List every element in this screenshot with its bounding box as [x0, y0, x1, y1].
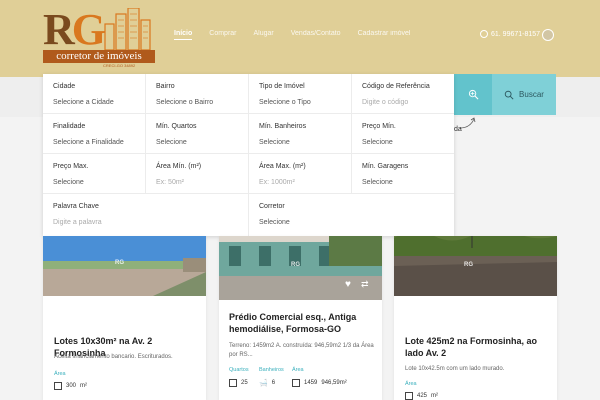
whatsapp-icon: [480, 30, 488, 38]
user-avatar-icon[interactable]: [542, 29, 554, 41]
buildings-icon: [104, 8, 151, 50]
logo[interactable]: RG corretor de imóveis CRECI-GO 34892: [43, 8, 155, 70]
filter-corretor[interactable]: Corretor Selecione: [249, 194, 454, 236]
logo-band: corretor de imóveis: [43, 50, 155, 63]
filter-preco-max[interactable]: Preço Max. Selecione: [43, 154, 146, 194]
card-description: Terreno: 1459m2 A. construída: 946,59m2 …: [229, 343, 374, 358]
logo-monogram: RG: [43, 5, 106, 54]
card-area: 425 m²: [405, 392, 438, 400]
nav-cadastrar-imovel[interactable]: Cadastrar imóvel: [358, 30, 411, 40]
search-icon: [504, 90, 514, 100]
filter-min-garagens[interactable]: Mín. Garagens Selecione: [352, 154, 454, 194]
favorite-icon[interactable]: ♥: [520, 303, 526, 314]
phone-number: 61. 99671-8157: [491, 30, 541, 38]
card-quartos: 25: [229, 379, 248, 387]
filter-min-quartos[interactable]: Mín. Quartos Selecione: [146, 114, 249, 154]
card-title[interactable]: Lote 425m2 na Formosinha, ao lado Av. 2: [405, 335, 555, 359]
card-quartos-label: Quartos: [229, 367, 249, 373]
filter-preco-min[interactable]: Preço Mín. Selecione: [352, 114, 454, 154]
watermark: RG: [291, 262, 300, 268]
main-nav: Início Comprar Alugar Vendas/Contato Cad…: [174, 30, 428, 40]
filter-codigo-referencia[interactable]: Código de Referência Digite o código: [352, 74, 454, 114]
area-icon: [54, 382, 62, 390]
bath-icon: 🛁: [259, 380, 268, 387]
nav-inicio[interactable]: Início: [174, 30, 193, 40]
compare-icon[interactable]: ⇄: [361, 279, 369, 290]
favorite-icon[interactable]: ♥: [345, 279, 351, 290]
nav-vendas-contato[interactable]: Vendas/Contato: [291, 30, 341, 40]
compare-icon[interactable]: ⇄: [187, 304, 195, 315]
map-icon: [468, 89, 478, 100]
favorite-icon[interactable]: ♥: [171, 304, 177, 315]
watermark: RG: [115, 260, 124, 266]
property-photo: [394, 236, 557, 296]
card-area: 1459 946,59m²: [292, 379, 347, 387]
card-area-label: Área: [292, 367, 304, 373]
nav-comprar[interactable]: Comprar: [209, 30, 236, 40]
card-area-label: Área: [54, 371, 66, 377]
filter-tipo-imovel[interactable]: Tipo de Imóvel Selecione o Tipo: [249, 74, 352, 114]
filter-min-banheiros[interactable]: Mín. Banheiros Selecione: [249, 114, 352, 154]
card-area-label: Área: [405, 381, 417, 387]
background-hint-text: da: [454, 126, 462, 133]
filter-bairro[interactable]: Bairro Selecione o Bairro: [146, 74, 249, 114]
filter-cidade[interactable]: Cidade Selecione a Cidade: [43, 74, 146, 114]
filter-palavra-chave[interactable]: Palavra Chave Digite a palavra: [43, 194, 249, 236]
site-header: RG corretor de imóveis CRECI-GO 34892 In…: [0, 0, 600, 77]
search-button[interactable]: Buscar: [492, 74, 556, 115]
map-search-button[interactable]: [454, 74, 492, 115]
property-photo: [43, 236, 206, 296]
logo-creci: CRECI-GO 34892: [103, 63, 136, 68]
card-banheiros: 🛁 6: [259, 380, 276, 387]
property-card[interactable]: RG ♥ ⇄ Lote 425m2 na Formosinha, ao lado…: [394, 236, 557, 400]
area-icon: [405, 392, 413, 400]
property-photo: [219, 236, 382, 300]
property-card[interactable]: RG ♥ ⇄ Prédio Comercial esq., Antiga hem…: [219, 236, 382, 400]
filter-area-min[interactable]: Área Mín. (m²) Ex: 50m²: [146, 154, 249, 194]
watermark: RG: [464, 262, 473, 268]
card-description: Lote 10x42.5m com um lado murado.: [405, 366, 505, 372]
filter-finalidade[interactable]: Finalidade Selecione a Finalidade: [43, 114, 146, 154]
property-card[interactable]: RG ♥ ⇄ Lotes 10x30m² na Av. 2 Formosinha…: [43, 236, 206, 400]
phone-contact[interactable]: 61. 99671-8157: [480, 30, 540, 38]
compare-icon[interactable]: ⇄: [537, 303, 545, 314]
card-description: Aceita financiamento bancario. Escritura…: [54, 354, 173, 360]
card-banheiros-label: Banheiros: [259, 367, 284, 373]
card-area: 300 m²: [54, 382, 87, 390]
card-title[interactable]: Prédio Comercial esq., Antiga hemodiális…: [229, 311, 377, 335]
filter-area-max[interactable]: Área Max. (m²) Ex: 1000m²: [249, 154, 352, 194]
search-button-label: Buscar: [519, 90, 544, 99]
area-icon: [292, 379, 300, 387]
nav-alugar[interactable]: Alugar: [254, 30, 274, 40]
filter-panel: Cidade Selecione a Cidade Bairro Selecio…: [43, 74, 454, 236]
bed-icon: [229, 379, 237, 387]
